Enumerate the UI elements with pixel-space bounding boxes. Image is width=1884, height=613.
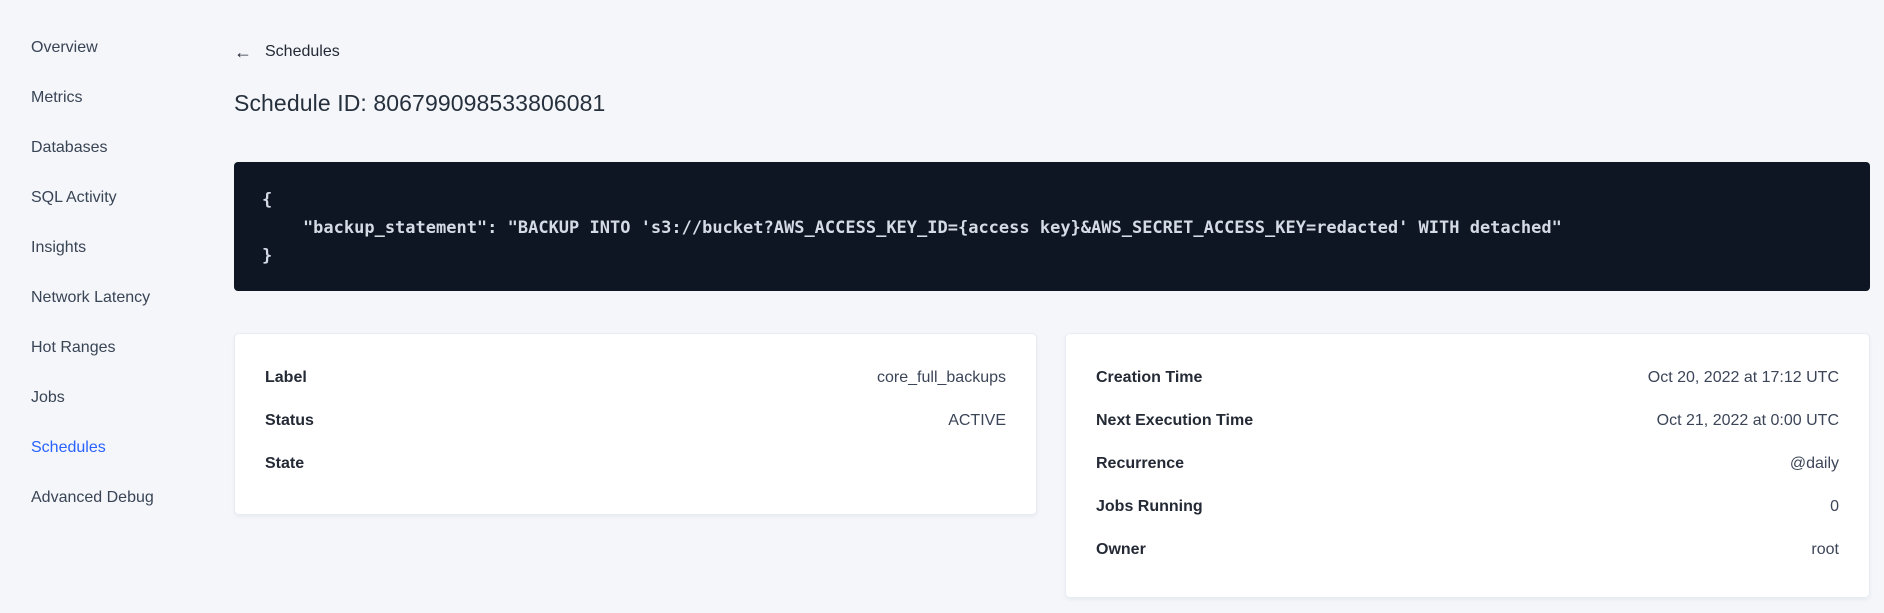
row-value: Oct 21, 2022 at 0:00 UTC bbox=[1656, 411, 1839, 429]
sidebar-item-schedules[interactable]: Schedules bbox=[31, 438, 196, 458]
sidebar-item-databases[interactable]: Databases bbox=[31, 138, 196, 158]
main-content: ← Schedules Schedule ID: 806799098533806… bbox=[196, 0, 1884, 613]
page-title: Schedule ID: 806799098533806081 bbox=[234, 90, 606, 116]
code-line: { bbox=[262, 190, 273, 210]
sidebar-item-sql-activity[interactable]: SQL Activity bbox=[31, 188, 196, 208]
sidebar: Overview Metrics Databases SQL Activity … bbox=[0, 0, 196, 613]
sidebar-item-metrics[interactable]: Metrics bbox=[31, 88, 196, 108]
schedule-timing-card: Creation Time Oct 20, 2022 at 17:12 UTC … bbox=[1065, 333, 1870, 598]
row-value: root bbox=[1811, 540, 1839, 558]
detail-row-jobs-running: Jobs Running 0 bbox=[1096, 485, 1839, 528]
detail-cards-row: Label core_full_backups Status ACTIVE St… bbox=[234, 333, 1870, 598]
sidebar-item-jobs[interactable]: Jobs bbox=[31, 388, 196, 408]
detail-row-label: Label core_full_backups bbox=[265, 356, 1006, 399]
schedule-details-card: Label core_full_backups Status ACTIVE St… bbox=[234, 333, 1037, 515]
row-label: Status bbox=[265, 411, 314, 429]
detail-row-state: State bbox=[265, 442, 1006, 485]
row-label: Next Execution Time bbox=[1096, 411, 1254, 429]
detail-row-status: Status ACTIVE bbox=[265, 399, 1006, 442]
row-label: Jobs Running bbox=[1096, 497, 1203, 515]
code-line: "backup_statement": "BACKUP INTO 's3://b… bbox=[262, 218, 1562, 238]
row-value: 0 bbox=[1830, 497, 1839, 515]
sidebar-item-hot-ranges[interactable]: Hot Ranges bbox=[31, 338, 196, 358]
sidebar-item-insights[interactable]: Insights bbox=[31, 238, 196, 258]
back-link-label: Schedules bbox=[265, 43, 340, 60]
row-label: State bbox=[265, 454, 305, 472]
row-value: Oct 20, 2022 at 17:12 UTC bbox=[1647, 368, 1839, 386]
sidebar-item-overview[interactable]: Overview bbox=[31, 38, 196, 58]
row-value: @daily bbox=[1789, 454, 1839, 472]
detail-row-next-execution-time: Next Execution Time Oct 21, 2022 at 0:00… bbox=[1096, 399, 1839, 442]
row-value: core_full_backups bbox=[877, 368, 1006, 386]
arrow-left-icon: ← bbox=[234, 42, 252, 62]
backup-statement-code-block: { "backup_statement": "BACKUP INTO 's3:/… bbox=[234, 162, 1870, 291]
back-to-schedules-link[interactable]: ← Schedules bbox=[234, 43, 340, 61]
sidebar-item-network-latency[interactable]: Network Latency bbox=[31, 288, 196, 308]
row-label: Creation Time bbox=[1096, 368, 1203, 386]
sidebar-item-advanced-debug[interactable]: Advanced Debug bbox=[31, 488, 196, 508]
detail-row-owner: Owner root bbox=[1096, 528, 1839, 571]
row-label: Owner bbox=[1096, 540, 1146, 558]
detail-row-recurrence: Recurrence @daily bbox=[1096, 442, 1839, 485]
row-label: Recurrence bbox=[1096, 454, 1185, 472]
row-label: Label bbox=[265, 368, 307, 386]
detail-row-creation-time: Creation Time Oct 20, 2022 at 17:12 UTC bbox=[1096, 356, 1839, 399]
code-line: } bbox=[262, 246, 273, 266]
row-value: ACTIVE bbox=[948, 411, 1006, 429]
